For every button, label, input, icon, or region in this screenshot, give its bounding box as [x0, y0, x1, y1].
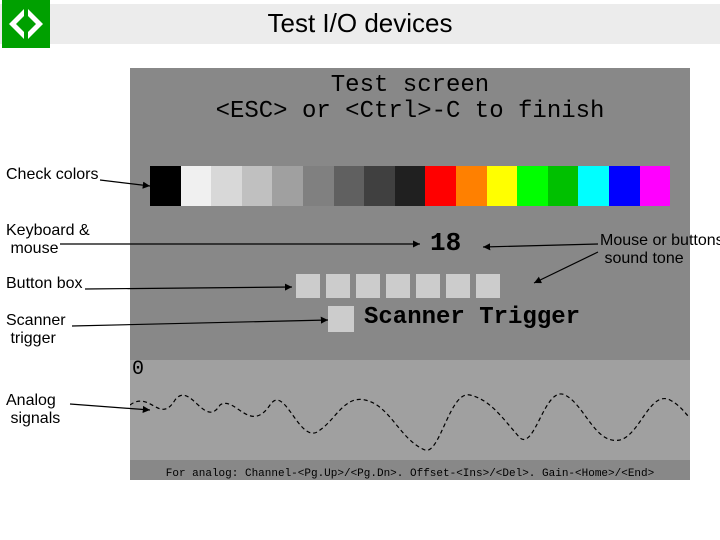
- scanner-trigger-square: [328, 306, 354, 332]
- color-swatch: [578, 166, 609, 206]
- label-keyboard-mouse: Keyboard & mouse: [6, 222, 90, 258]
- screenshot-bottom-strip: [130, 480, 690, 498]
- color-swatch: [517, 166, 548, 206]
- color-swatch: [609, 166, 640, 206]
- color-swatch: [242, 166, 273, 206]
- label-button-box: Button box: [6, 275, 83, 293]
- button-box-square: [446, 274, 470, 298]
- label-scanner-trigger: Scanner trigger: [6, 312, 66, 348]
- color-swatch: [364, 166, 395, 206]
- button-box-square: [416, 274, 440, 298]
- color-swatch: [334, 166, 365, 206]
- color-swatch: [456, 166, 487, 206]
- scanner-trigger-label: Scanner Trigger: [364, 304, 580, 331]
- color-swatch: [395, 166, 426, 206]
- color-swatch: [425, 166, 456, 206]
- color-swatch: [272, 166, 303, 206]
- test-screen-title1: Test screen: [130, 72, 690, 99]
- test-screen-title2: <ESC> or <Ctrl>-C to finish: [130, 98, 690, 125]
- button-box-square: [296, 274, 320, 298]
- keyboard-mouse-value: 18: [430, 228, 461, 258]
- button-box-square: [356, 274, 380, 298]
- analog-waveform: [130, 370, 690, 460]
- color-swatch: [181, 166, 212, 206]
- button-box-square: [476, 274, 500, 298]
- button-box-square: [326, 274, 350, 298]
- test-screen: Test screen <ESC> or <Ctrl>-C to finish …: [130, 68, 690, 498]
- color-swatch: [150, 166, 181, 206]
- button-box-row: [296, 274, 506, 298]
- color-swatch: [548, 166, 579, 206]
- color-swatch: [640, 166, 671, 206]
- label-analog-signals: Analog signals: [6, 392, 60, 428]
- color-swatch: [303, 166, 334, 206]
- analog-footer-text: For analog: Channel-<Pg.Up>/<Pg.Dn>. Off…: [130, 468, 690, 480]
- color-swatch: [211, 166, 242, 206]
- color-swatch-row: [150, 166, 670, 206]
- label-mouse-buttons-tone: Mouse or buttons sound tone: [600, 232, 720, 268]
- page-title: Test I/O devices: [0, 8, 720, 39]
- label-check-colors: Check colors: [6, 166, 98, 184]
- color-swatch: [487, 166, 518, 206]
- button-box-square: [386, 274, 410, 298]
